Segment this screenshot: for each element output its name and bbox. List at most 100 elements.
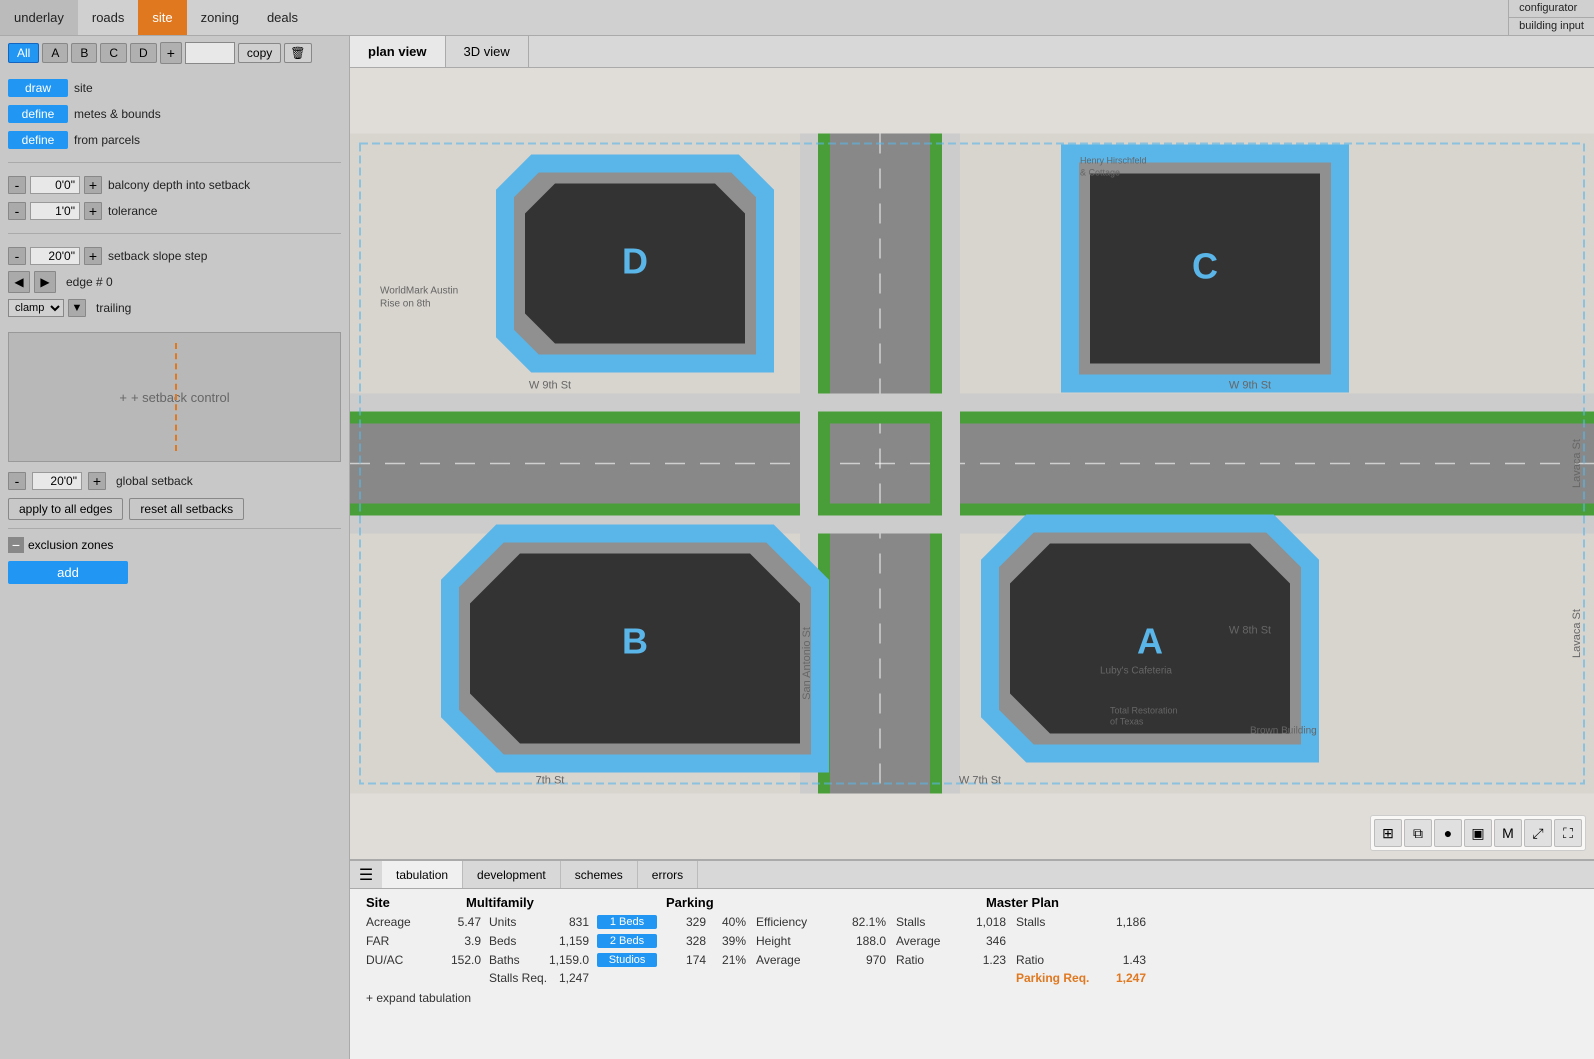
clamp-dropdown-arrow[interactable]: ▼	[68, 299, 86, 317]
svg-text:B: B	[622, 621, 648, 662]
trailing-label: trailing	[96, 301, 131, 315]
global-setback-row: - 20'0" + global setback	[0, 468, 349, 494]
tab-b[interactable]: B	[71, 43, 97, 63]
mp-ratio-value: 1.43	[1096, 953, 1146, 967]
balcony-depth-row: - 0'0" + balcony depth into setback	[8, 173, 341, 197]
nav-building-input[interactable]: building input	[1509, 18, 1594, 36]
tab-3d-view[interactable]: 3D view	[446, 36, 529, 67]
tab-errors[interactable]: errors	[638, 861, 698, 888]
map-tool-pan[interactable]: ⤢	[1524, 819, 1552, 847]
map-tool-fullscreen[interactable]: ⛶	[1554, 819, 1582, 847]
draw-row: draw site	[8, 76, 341, 100]
nav-roads[interactable]: roads	[78, 0, 139, 35]
parking-header: Parking	[666, 895, 986, 910]
beds-label: Beds	[489, 934, 549, 948]
define-button-2[interactable]: define	[8, 131, 68, 149]
setback-slope-value: 20'0"	[30, 247, 80, 265]
nav-zoning[interactable]: zoning	[187, 0, 253, 35]
draw-button[interactable]: draw	[8, 79, 68, 97]
duac-value: 152.0	[436, 953, 481, 967]
svg-text:Rise on 8th: Rise on 8th	[380, 299, 431, 310]
tab-add-button[interactable]: +	[160, 42, 182, 64]
mp-stalls-value: 1,186	[1096, 915, 1146, 929]
svg-text:San Antonio St: San Antonio St	[801, 627, 813, 700]
baths-value: 1,159.0	[549, 953, 589, 967]
map-tool-grid[interactable]: ⊞	[1374, 819, 1402, 847]
tab-all[interactable]: All	[8, 43, 39, 63]
exclusion-zones-minus-button[interactable]: −	[8, 537, 24, 553]
map-tool-3d[interactable]: ▣	[1464, 819, 1492, 847]
tab-development[interactable]: development	[463, 861, 561, 888]
setback-canvas[interactable]: + + setback control	[8, 332, 341, 462]
svg-text:Lavaca St: Lavaca St	[1571, 609, 1583, 658]
studios-badge[interactable]: Studios	[597, 952, 667, 967]
nav-site[interactable]: site	[138, 0, 186, 35]
tab-plan-view[interactable]: plan view	[350, 36, 446, 67]
reset-all-setbacks-button[interactable]: reset all setbacks	[129, 498, 244, 520]
tab-delete-button[interactable]: 🗑	[284, 43, 311, 63]
map-tool-circle[interactable]: ●	[1434, 819, 1462, 847]
define-button-1[interactable]: define	[8, 105, 68, 123]
global-setback-minus[interactable]: -	[8, 472, 26, 490]
map-tool-layers[interactable]: ⧉	[1404, 819, 1432, 847]
tab-c[interactable]: C	[100, 43, 127, 63]
edge-nav-row: ◀ ▶ edge # 0	[8, 270, 341, 294]
acreage-label: Acreage	[366, 915, 436, 929]
studios-count: 174	[671, 953, 706, 967]
clamp-select[interactable]: clamp	[8, 299, 64, 317]
balcony-depth-value: 0'0"	[30, 176, 80, 194]
svg-text:W 9th St: W 9th St	[1229, 380, 1271, 392]
svg-text:WorldMark Austin: WorldMark Austin	[380, 286, 458, 297]
apply-all-edges-button[interactable]: apply to all edges	[8, 498, 123, 520]
exclusion-zones-row: − exclusion zones	[0, 533, 349, 557]
define-row-1: define metes & bounds	[8, 102, 341, 126]
tab-name-input[interactable]	[185, 42, 235, 64]
tolerance-minus[interactable]: -	[8, 202, 26, 220]
units-value: 831	[549, 915, 589, 929]
apply-reset-row: apply to all edges reset all setbacks	[0, 494, 349, 524]
duac-label: DU/AC	[366, 953, 436, 967]
map-container[interactable]: D C B	[350, 68, 1594, 859]
define-row-2: define from parcels	[8, 128, 341, 152]
efficiency-label: Efficiency	[756, 915, 836, 929]
nav-underlay[interactable]: underlay	[0, 0, 78, 35]
expand-tabulation-label: + expand tabulation	[366, 991, 471, 1005]
edge-next-button[interactable]: ▶	[34, 271, 56, 293]
tab-tabulation[interactable]: tabulation	[382, 861, 463, 888]
edge-prev-button[interactable]: ◀	[8, 271, 30, 293]
expand-tabulation-row[interactable]: + expand tabulation	[350, 987, 1594, 1009]
tab-schemes[interactable]: schemes	[561, 861, 638, 888]
balcony-depth-minus[interactable]: -	[8, 176, 26, 194]
mp-ratio-label: Ratio	[1016, 953, 1096, 967]
svg-text:C: C	[1192, 246, 1218, 287]
bottom-menu-button[interactable]: ☰	[354, 863, 378, 887]
nav-deals[interactable]: deals	[253, 0, 312, 35]
average-label-2: Average	[756, 953, 836, 967]
tab-a[interactable]: A	[42, 43, 68, 63]
ratio-label-1: Ratio	[896, 953, 956, 967]
beds-1-badge[interactable]: 1 Beds	[597, 914, 667, 929]
beds-2-pct: 39%	[706, 934, 746, 948]
setback-slope-plus[interactable]: +	[84, 247, 102, 265]
beds-2-badge[interactable]: 2 Beds	[597, 933, 667, 948]
add-exclusion-button[interactable]: add	[8, 561, 128, 584]
mp-stalls-label: Stalls	[1016, 915, 1096, 929]
setback-slope-minus[interactable]: -	[8, 247, 26, 265]
balcony-depth-plus[interactable]: +	[84, 176, 102, 194]
parking-req-value: 1,247	[1096, 971, 1146, 985]
map-tool-m[interactable]: M	[1494, 819, 1522, 847]
stalls-req-value: 1,247	[549, 971, 589, 985]
svg-text:W 8th St: W 8th St	[1229, 625, 1271, 637]
svg-text:Luby's Cafeteria: Luby's Cafeteria	[1100, 666, 1172, 677]
exclusion-zones-label: exclusion zones	[28, 538, 113, 552]
tolerance-row: - 1'0" + tolerance	[8, 199, 341, 223]
tab-copy-button[interactable]: copy	[238, 43, 281, 63]
tab-d[interactable]: D	[130, 43, 157, 63]
tolerance-plus[interactable]: +	[84, 202, 102, 220]
average-value-2: 970	[836, 953, 886, 967]
global-setback-plus[interactable]: +	[88, 472, 106, 490]
setback-dashed-line	[175, 343, 177, 451]
multifamily-header: Multifamily	[466, 895, 666, 910]
beds-1-pct: 40%	[706, 915, 746, 929]
nav-configurator[interactable]: configurator	[1509, 0, 1594, 18]
